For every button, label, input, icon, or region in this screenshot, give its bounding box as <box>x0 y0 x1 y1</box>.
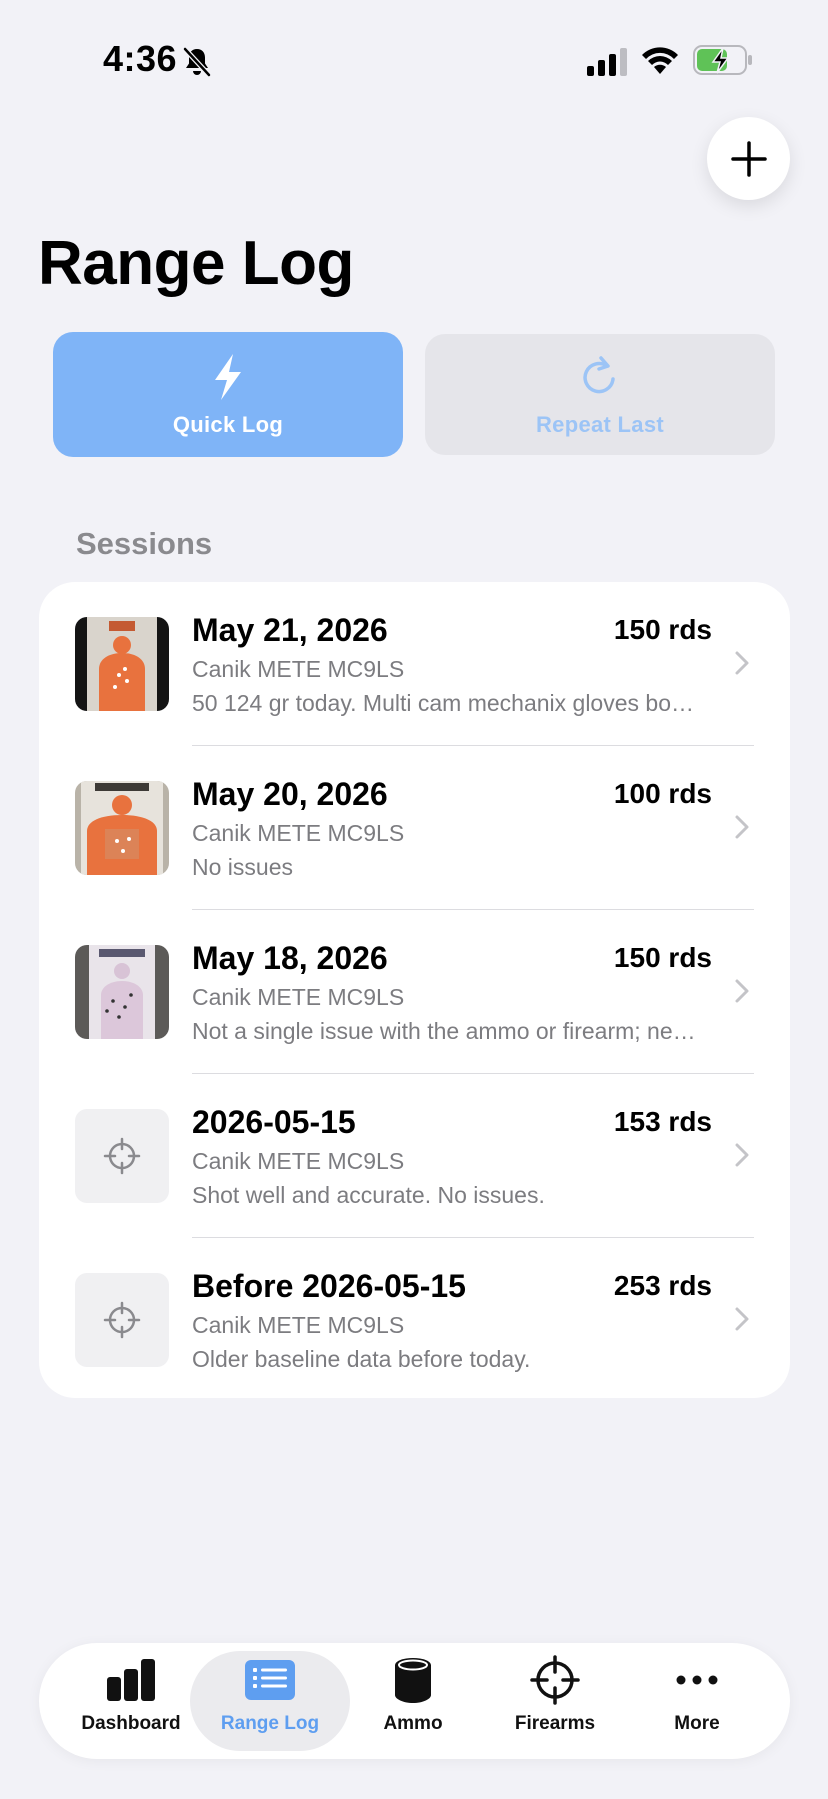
session-row[interactable]: May 21, 2026 150 rds Canik METE MC9LS 50… <box>39 582 790 746</box>
chevron-right-icon <box>735 1143 749 1167</box>
quick-log-label: Quick Log <box>172 411 284 437</box>
crosshair-icon <box>103 1301 141 1339</box>
target-photo-thumbnail <box>75 781 169 875</box>
list-icon <box>245 1660 295 1700</box>
bell-slash-icon <box>183 47 211 77</box>
cellular-signal-icon <box>587 48 627 76</box>
chart-bar-icon <box>107 1659 155 1701</box>
session-rounds: 100 rds <box>613 778 712 809</box>
target-photo-image <box>75 781 169 875</box>
tab-label: Range Log <box>220 1713 320 1734</box>
ellipsis-icon <box>676 1675 718 1685</box>
tab-firearms[interactable]: Firearms <box>475 1651 635 1751</box>
status-time: 4:36 <box>103 38 178 79</box>
session-firearm: Canik METE MC9LS <box>192 1312 405 1338</box>
session-note: 50 124 gr today. Multi cam mechanix glov… <box>192 690 694 716</box>
session-placeholder-thumbnail <box>75 1273 169 1367</box>
plus-icon <box>730 140 767 177</box>
session-firearm: Canik METE MC9LS <box>192 820 405 846</box>
tab-label: Dashboard <box>81 1713 181 1734</box>
session-note: Not a single issue with the ammo or fire… <box>192 1018 696 1044</box>
session-row[interactable]: Before 2026-05-15 253 rds Canik METE MC9… <box>39 1238 790 1402</box>
session-note: No issues <box>192 854 293 880</box>
tab-label: Ammo <box>383 1713 443 1734</box>
quick-log-button[interactable]: Quick Log <box>53 332 403 457</box>
session-note: Shot well and accurate. No issues. <box>192 1182 545 1208</box>
session-firearm: Canik METE MC9LS <box>192 1148 405 1174</box>
crosshair-icon <box>103 1137 141 1175</box>
chevron-right-icon <box>735 815 749 839</box>
wifi-icon <box>642 47 678 74</box>
session-date: May 18, 2026 <box>192 940 388 976</box>
session-firearm: Canik METE MC9LS <box>192 984 405 1010</box>
range-log-screen: 4:36 Range Log Quick Log Repeat Last Ses… <box>0 0 828 1799</box>
status-bar: 4:36 <box>0 0 828 110</box>
arrow-clockwise-icon <box>583 355 615 393</box>
tab-range-log[interactable]: Range Log <box>190 1651 350 1751</box>
session-rounds: 253 rds <box>613 1270 712 1301</box>
session-date: May 20, 2026 <box>192 776 388 812</box>
tab-dashboard[interactable]: Dashboard <box>51 1651 211 1751</box>
target-photo-thumbnail <box>75 617 169 711</box>
tab-label: More <box>674 1713 720 1734</box>
target-photo-image <box>75 617 169 711</box>
target-photo-thumbnail <box>75 945 169 1039</box>
session-note: Older baseline data before today. <box>192 1346 531 1372</box>
chevron-right-icon <box>735 651 749 675</box>
tab-ammo[interactable]: Ammo <box>333 1651 493 1751</box>
session-date: 2026-05-15 <box>192 1104 356 1140</box>
repeat-last-button[interactable]: Repeat Last <box>425 334 775 455</box>
tab-more[interactable]: More <box>617 1651 777 1751</box>
session-date: May 21, 2026 <box>192 612 388 648</box>
battery-charging-icon <box>693 45 752 75</box>
session-placeholder-thumbnail <box>75 1109 169 1203</box>
tab-bar: Dashboard Range Log Ammo Firearms More <box>39 1643 790 1759</box>
repeat-last-label: Repeat Last <box>535 411 664 437</box>
session-rounds: 150 rds <box>613 614 712 645</box>
sessions-section-header: Sessions <box>76 526 213 561</box>
session-date: Before 2026-05-15 <box>192 1268 466 1304</box>
cylinder-icon <box>395 1658 431 1703</box>
session-rounds: 150 rds <box>613 942 712 973</box>
tab-label: Firearms <box>514 1713 596 1734</box>
bolt-icon <box>215 353 241 400</box>
session-row[interactable]: 2026-05-15 153 rds Canik METE MC9LS Shot… <box>39 1074 790 1238</box>
add-session-button[interactable] <box>707 117 790 200</box>
chevron-right-icon <box>735 979 749 1003</box>
chevron-right-icon <box>735 1307 749 1331</box>
session-rounds: 153 rds <box>613 1106 712 1137</box>
page-title: Range Log <box>38 229 354 298</box>
sessions-list: May 21, 2026 150 rds Canik METE MC9LS 50… <box>39 582 790 1398</box>
session-row[interactable]: May 18, 2026 150 rds Canik METE MC9LS No… <box>39 910 790 1074</box>
session-firearm: Canik METE MC9LS <box>192 656 405 682</box>
session-row[interactable]: May 20, 2026 100 rds Canik METE MC9LS No… <box>39 746 790 910</box>
scope-icon <box>530 1655 580 1705</box>
target-photo-image <box>75 945 169 1039</box>
